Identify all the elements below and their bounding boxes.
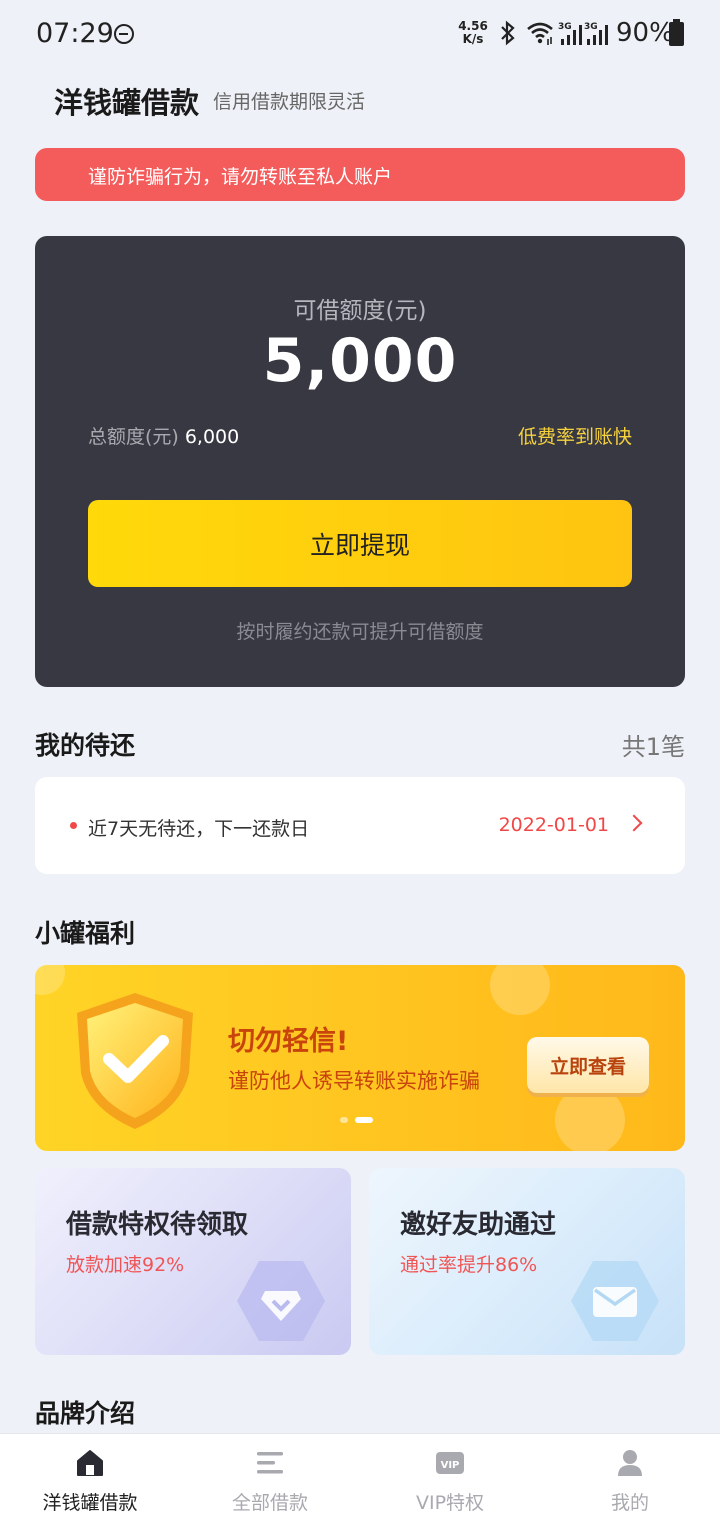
pending-section-title: 我的待还 xyxy=(35,731,136,760)
home-icon xyxy=(77,1450,103,1476)
loan-limit-card: 可借额度(元) 5,000 总额度(元) 6,000 低费率到账快 立即提现 按时… xyxy=(35,236,685,687)
anti-fraud-banner[interactable]: 切勿轻信! 谨防他人诱导转账实施诈骗 立即查看 xyxy=(35,965,685,1151)
envelope-icon xyxy=(571,1261,659,1341)
shield-check-icon xyxy=(77,993,193,1129)
wifi-icon xyxy=(527,22,553,45)
signal-3g-icon: 3G xyxy=(584,22,608,45)
carousel-dot[interactable] xyxy=(340,1117,348,1123)
tab-label: 洋钱罐借款 xyxy=(42,1492,138,1514)
available-limit-label: 可借额度(元) xyxy=(293,298,427,324)
brand-section-title: 品牌介绍 xyxy=(35,1399,136,1428)
view-now-button[interactable]: 立即查看 xyxy=(527,1037,649,1093)
vip-icon: VIP xyxy=(436,1452,464,1474)
tab-label: 我的 xyxy=(610,1492,649,1514)
total-limit-amount: 6,000 xyxy=(184,426,240,448)
available-limit-amount: 5,000 xyxy=(262,326,458,396)
welfare-section-title: 小罐福利 xyxy=(35,919,136,948)
loan-privilege-subtitle: 放款加速92% xyxy=(66,1254,185,1276)
tab-vip[interactable]: VIP VIP特权 xyxy=(360,1434,540,1520)
invite-friend-card[interactable]: 邀好友助通过 通过率提升86% xyxy=(369,1168,685,1355)
bottom-tab-bar: 洋钱罐借款 全部借款 VIP VIP特权 我的 xyxy=(0,1433,720,1520)
svg-text:VIP: VIP xyxy=(441,1460,460,1471)
total-limit: 总额度(元) 6,000 xyxy=(88,422,239,449)
decor-bubble xyxy=(35,965,65,995)
page-title: 洋钱罐借款 xyxy=(54,86,200,120)
page-subtitle: 信用借款期限灵活 xyxy=(213,91,366,113)
pending-count: 共1笔 xyxy=(621,733,685,761)
battery-icon xyxy=(669,19,684,46)
pending-repayment-text: 近7天无待还，下一还款日 xyxy=(88,818,310,840)
fraud-warning-text: 谨防诈骗行为，请勿转账至私人账户 xyxy=(88,166,393,188)
tab-all-loans[interactable]: 全部借款 xyxy=(180,1434,360,1520)
bullet-dot xyxy=(70,822,77,829)
svg-text:3G: 3G xyxy=(584,22,598,32)
chevron-right-icon xyxy=(625,814,643,832)
status-time: 07:29 xyxy=(36,18,114,49)
decor-bubble xyxy=(490,965,550,1015)
svg-text:3G: 3G xyxy=(558,22,572,32)
tab-profile[interactable]: 我的 xyxy=(540,1434,720,1520)
invite-friend-subtitle: 通过率提升86% xyxy=(400,1254,538,1276)
battery-level: 90% xyxy=(616,18,674,48)
carousel-dot-active[interactable] xyxy=(355,1117,373,1123)
tab-label: VIP特权 xyxy=(415,1492,485,1514)
network-speed: 4.56 K/s xyxy=(458,19,488,46)
banner-title: 切勿轻信! xyxy=(228,1026,349,1057)
loan-privilege-title: 借款特权待领取 xyxy=(66,1210,249,1240)
decor-bubble xyxy=(555,1085,625,1151)
do-not-disturb-icon xyxy=(114,24,134,44)
banner-subtitle: 谨防他人诱导转账实施诈骗 xyxy=(228,1069,480,1093)
total-limit-label: 总额度(元) xyxy=(88,426,179,448)
status-bar: 07:29 4.56 K/s 3G 3G 90% xyxy=(0,0,720,70)
bluetooth-icon xyxy=(501,20,515,46)
withdraw-button[interactable]: 立即提现 xyxy=(88,500,632,587)
limit-increase-note: 按时履约还款可提升可借额度 xyxy=(236,621,484,643)
next-repayment-date: 2022-01-01 xyxy=(498,814,609,836)
profile-icon xyxy=(618,1450,642,1476)
pending-repayment-item[interactable]: 近7天无待还，下一还款日 2022-01-01 xyxy=(35,777,685,874)
low-rate-tag: 低费率到账快 xyxy=(517,426,632,448)
loan-privilege-card[interactable]: 借款特权待领取 放款加速92% xyxy=(35,1168,351,1355)
diamond-icon xyxy=(237,1261,325,1341)
signal-3g-icon: 3G xyxy=(558,22,582,45)
tab-label: 全部借款 xyxy=(231,1492,308,1514)
list-icon xyxy=(257,1452,283,1474)
fraud-warning-bar: 谨防诈骗行为，请勿转账至私人账户 xyxy=(35,148,685,201)
invite-friend-title: 邀好友助通过 xyxy=(400,1210,557,1240)
tab-home[interactable]: 洋钱罐借款 xyxy=(0,1434,180,1520)
